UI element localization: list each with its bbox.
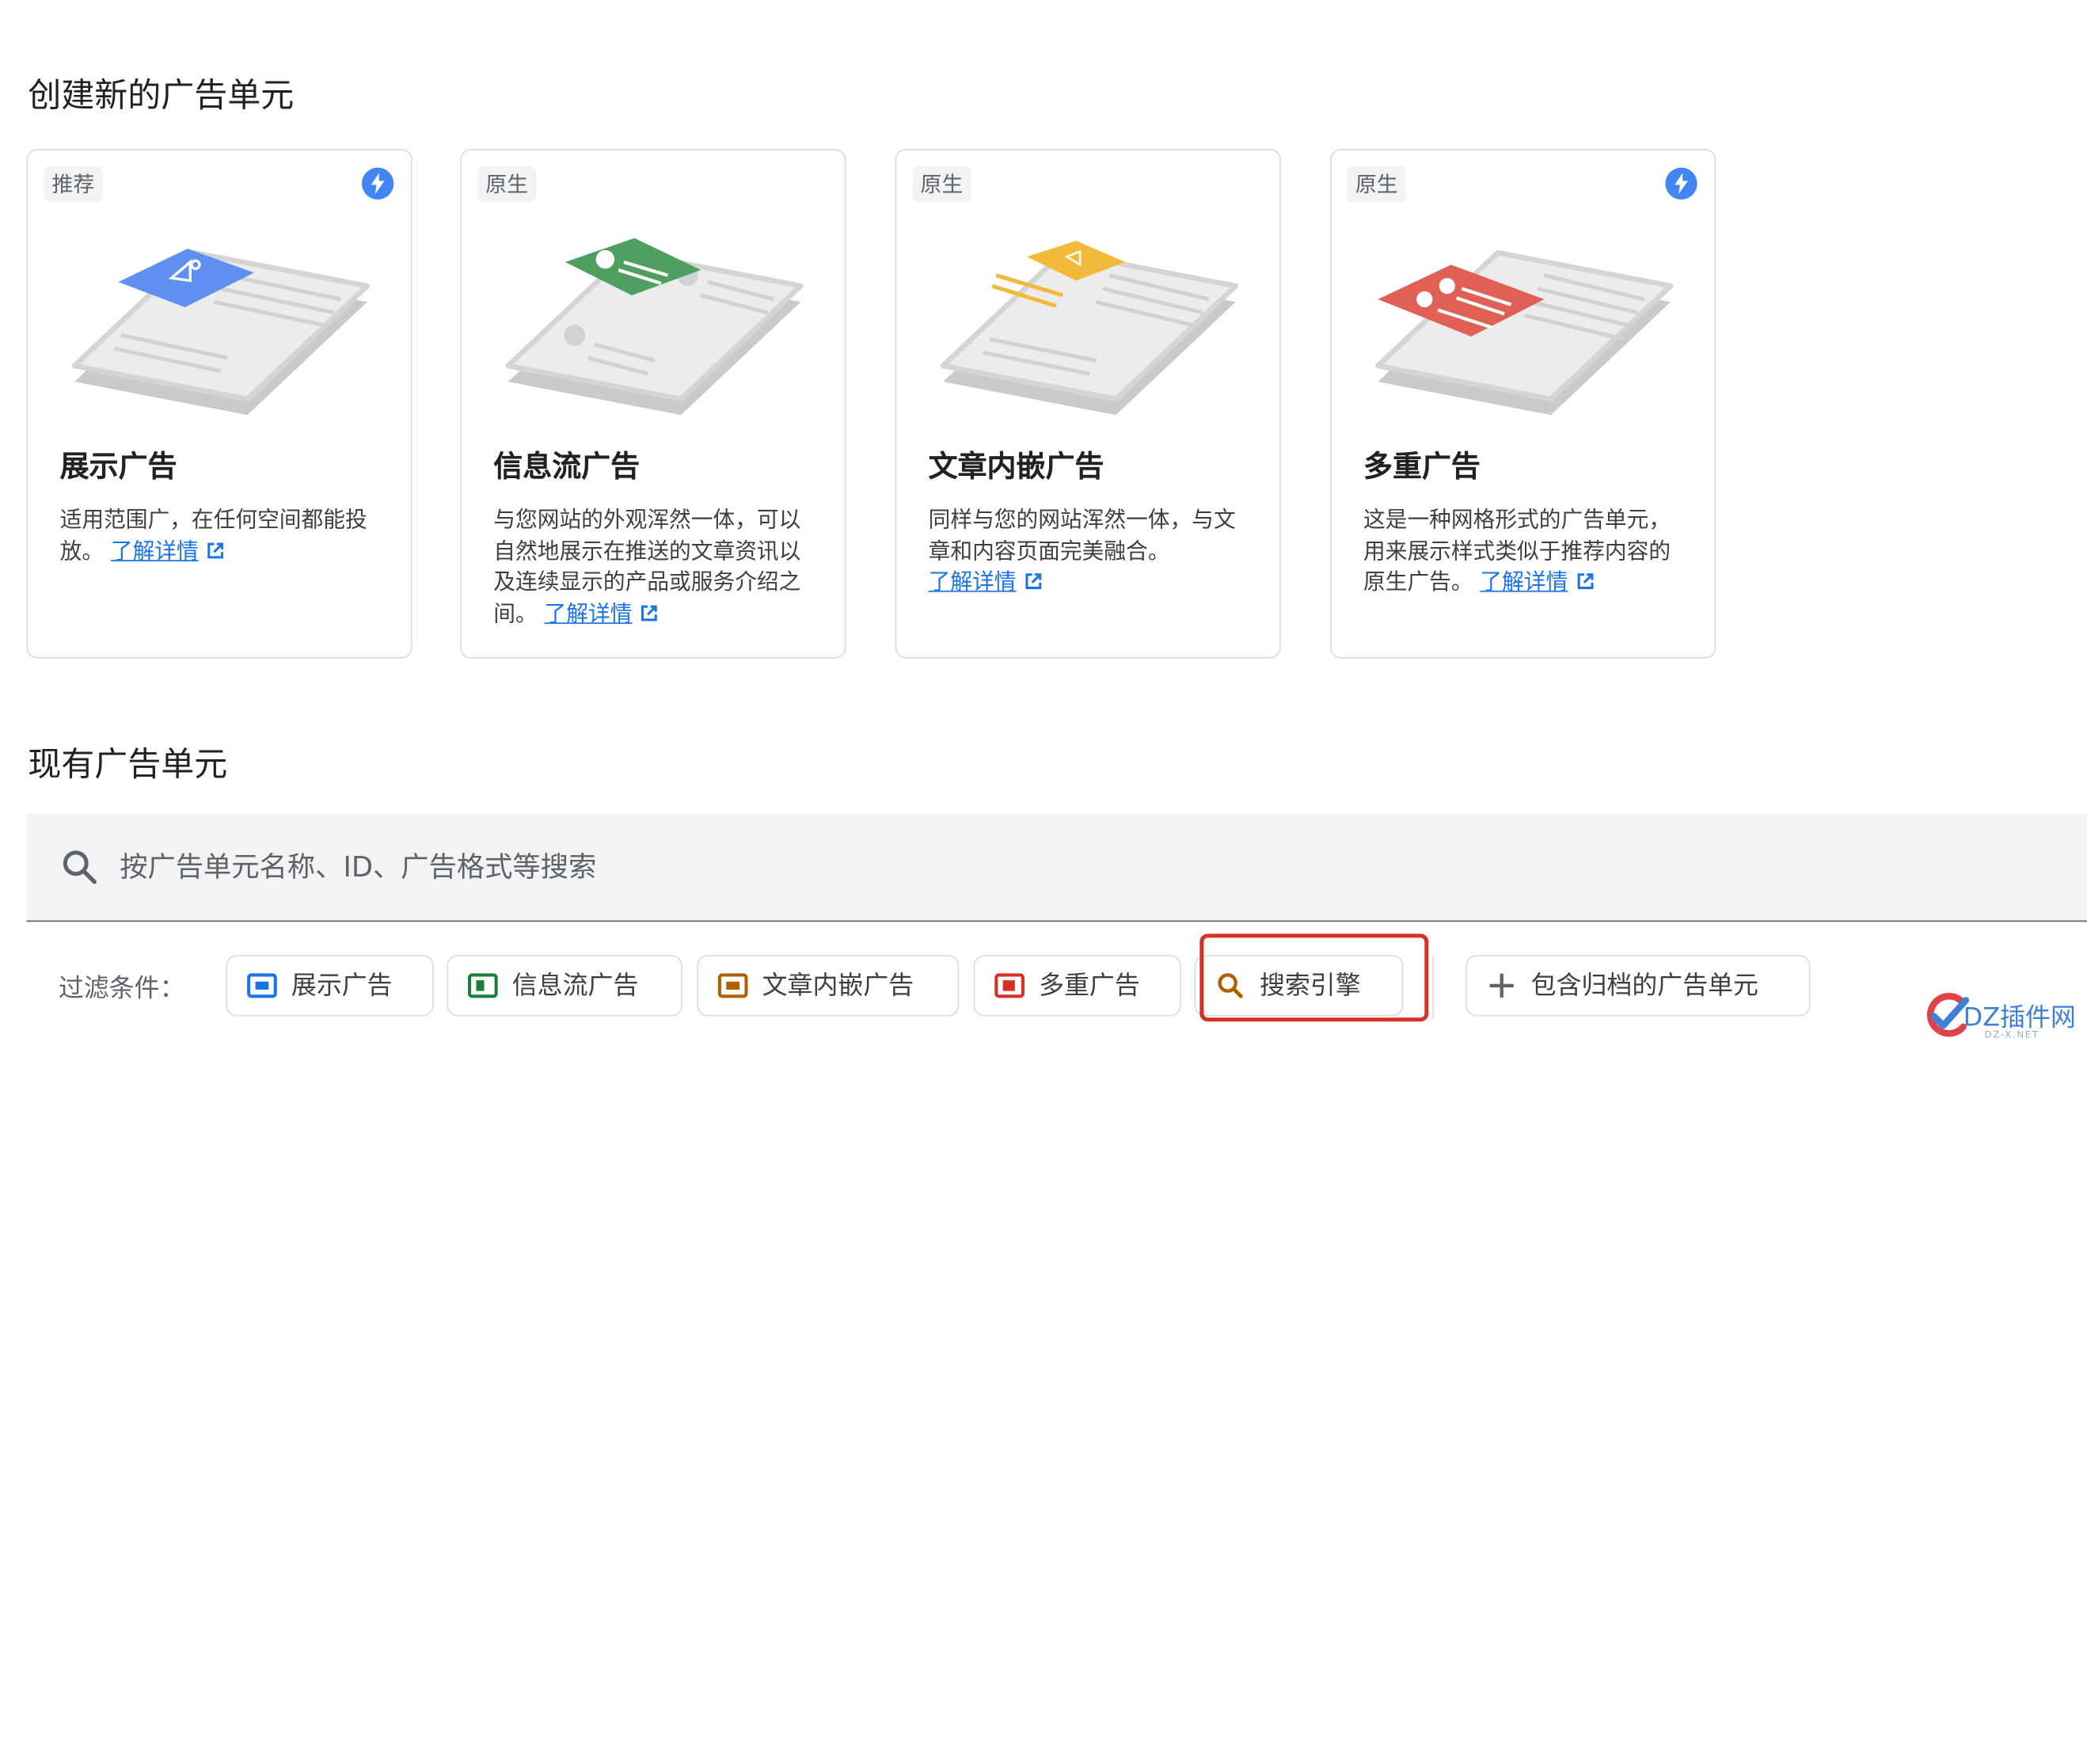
in-article-ad-icon (717, 973, 748, 998)
filter-chip-in-article[interactable]: 文章内嵌广告 (697, 955, 960, 1017)
plus-icon (1489, 973, 1514, 998)
external-link-icon (207, 542, 224, 558)
chip-label: 文章内嵌广告 (762, 971, 914, 1001)
watermark-logo: DZ插件网 DZ-X.NET (1923, 987, 2083, 1054)
multiplex-ad-illustration (1375, 249, 1674, 416)
ad-unit-search-bar[interactable]: 按广告单元名称、ID、广告格式等搜索 (26, 814, 2087, 922)
card-badge: 原生 (477, 166, 537, 203)
in-article-ad-illustration (940, 241, 1239, 416)
filter-label: 过滤条件： (58, 973, 185, 1003)
in-feed-ad-illustration (505, 238, 804, 416)
card-title: 文章内嵌广告 (928, 451, 1104, 485)
card-in-feed-ad[interactable]: 原生 信息流广告 与您网站的外观浑然一体，可以自然地展示在推送的文章资讯以及连续… (460, 149, 846, 659)
bolt-icon (361, 167, 394, 200)
search-placeholder: 按广告单元名称、ID、广告格式等搜索 (120, 851, 597, 884)
watermark-text: DZ插件网 (1963, 1002, 2076, 1032)
card-badge: 原生 (912, 166, 971, 203)
chip-label: 信息流广告 (511, 971, 639, 1001)
chip-label: 展示广告 (291, 971, 393, 1001)
multiplex-ad-icon (994, 973, 1024, 998)
chip-label: 多重广告 (1039, 971, 1140, 1001)
learn-more-link[interactable]: 了解详情 (1480, 569, 1594, 595)
external-link-icon (1025, 573, 1042, 590)
external-link-icon (641, 604, 658, 621)
card-description: 适用范围广，在任何空间都能投放。 了解详情 (59, 507, 367, 564)
card-multiplex-ad[interactable]: 原生 多重广告 这是一种网格形式的广告单元，用来展示样式类似于推荐内容的原生广告… (1330, 149, 1716, 659)
card-title: 展示广告 (59, 451, 177, 485)
display-ad-illustration (71, 249, 371, 416)
search-icon (63, 850, 97, 884)
learn-more-link[interactable]: 了解详情 (929, 569, 1043, 595)
card-description: 与您网站的外观浑然一体，可以自然地展示在推送的文章资讯以及连续显示的产品或服务介… (493, 507, 801, 626)
in-feed-ad-icon (468, 973, 498, 998)
chip-label: 包含归档的广告单元 (1530, 971, 1758, 1001)
watermark-subtext: DZ-X.NET (1984, 1029, 2039, 1040)
existing-section-title: 现有广告单元 (28, 744, 228, 784)
learn-more-link[interactable]: 了解详情 (111, 538, 225, 563)
filter-divider (1432, 955, 1435, 1019)
card-badge: 推荐 (44, 166, 103, 203)
card-in-article-ad[interactable]: 原生 文章内嵌广告 同样与您的网站浑然一体，与文章和内容页面完美融合。 了解详情 (895, 149, 1281, 659)
filter-chip-display[interactable]: 展示广告 (226, 955, 434, 1017)
filter-chip-in-feed[interactable]: 信息流广告 (447, 955, 682, 1017)
card-title: 多重广告 (1363, 451, 1481, 485)
card-display-ad[interactable]: 推荐 展示广告 适用范围广，在任何空间都能投放。 了解详情 (26, 149, 412, 659)
filter-chip-multiplex[interactable]: 多重广告 (973, 955, 1181, 1017)
bolt-icon (1665, 167, 1697, 200)
card-description: 同样与您的网站浑然一体，与文章和内容页面完美融合。 了解详情 (928, 507, 1236, 595)
filter-chip-include-archived[interactable]: 包含归档的广告单元 (1465, 955, 1811, 1017)
create-section-title: 创建新的广告单元 (28, 75, 295, 115)
display-ad-icon (247, 973, 277, 998)
card-badge: 原生 (1347, 166, 1406, 203)
external-link-icon (1577, 573, 1594, 590)
card-description: 这是一种网格形式的广告单元，用来展示样式类似于推荐内容的原生广告。 了解详情 (1363, 507, 1671, 595)
learn-more-link[interactable]: 了解详情 (545, 601, 659, 625)
card-title: 信息流广告 (493, 451, 641, 485)
search-engine-highlight-box (1199, 933, 1429, 1022)
